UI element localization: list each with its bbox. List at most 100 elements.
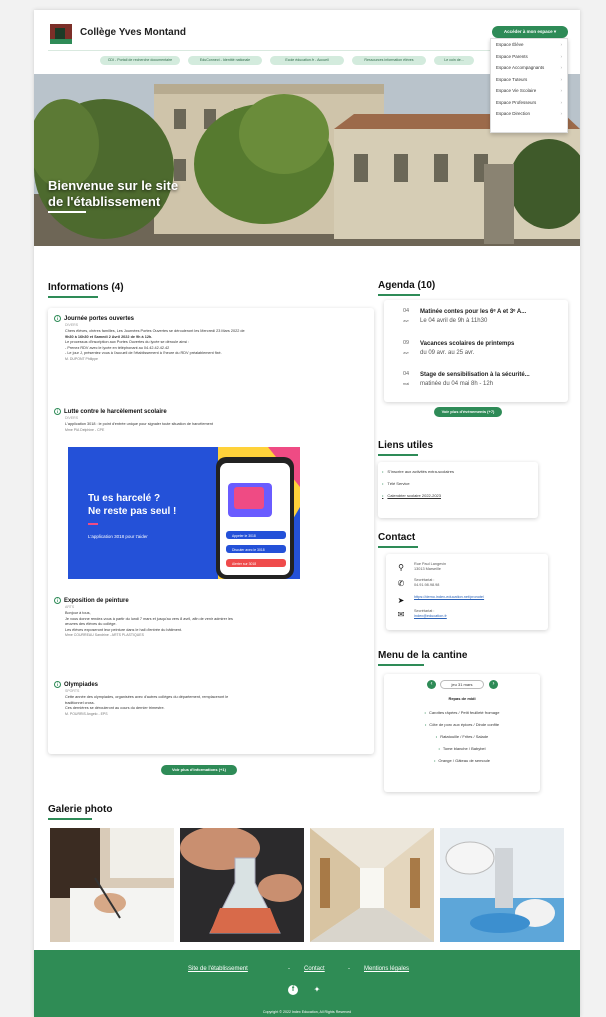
event-date: 09 avr [402, 340, 410, 355]
chevron-right-icon: › [560, 88, 563, 93]
event-detail: matinée du 04 mai 8h - 12h [420, 381, 494, 387]
dropdown-item-direction[interactable]: Espace Direction › [491, 108, 567, 120]
gallery-photo-writing[interactable] [50, 828, 174, 942]
previous-day-button[interactable]: ‹ [427, 680, 436, 689]
info-icon: i [54, 681, 61, 688]
school-logo[interactable] [50, 24, 72, 44]
next-day-button[interactable]: › [489, 680, 498, 689]
lien-item[interactable]: Calendrier scolaire 2022-2023 [382, 490, 562, 502]
chevron-left-icon: ‹ [430, 681, 433, 687]
quick-link-coin[interactable]: Le coin de... [434, 56, 474, 65]
quick-link-ressources[interactable]: Ressources information élèves [352, 56, 426, 65]
info-icon: i [54, 315, 61, 322]
more-events-button[interactable]: Voir plus d'événements (+7) [434, 407, 502, 417]
agenda-event[interactable]: 04 mai Stage de sensibilisation à la sécu… [394, 371, 569, 395]
gallery-photo-corridor[interactable] [310, 828, 434, 942]
info-signature: M. POURRIS Angelo - EPS [65, 711, 108, 716]
gallery-photo-chemistry[interactable] [180, 828, 304, 942]
dropdown-item-accompagnants[interactable]: Espace Accompagnants › [491, 62, 567, 74]
chevron-right-icon: › [560, 99, 563, 105]
site-footer [34, 950, 580, 1017]
info-title[interactable]: Exposition de peinture [64, 598, 129, 604]
footer-link-site[interactable]: Site de l'établissement [188, 966, 248, 972]
info-signature: Mme COURREAU Sandrine - ARTS PLASTIQUES [65, 633, 144, 638]
info-signature: M. DUPONT Philippe [65, 356, 99, 361]
menu-item: Orange / Gâteau de semoule [384, 755, 540, 767]
event-title[interactable]: Matinée contes pour les 6ᵉ A et 3ᵉ A... [420, 309, 526, 315]
info-category: SPORTS [65, 689, 80, 693]
event-title[interactable]: Stage de sensibilisation à la sécurité..… [420, 372, 530, 378]
gallery-photo-microscope[interactable] [440, 828, 564, 942]
liens-heading-underline [378, 454, 418, 456]
event-detail: Le 04 avril de 9h à 11h30 [420, 318, 488, 324]
dropdown-item-vie-scolaire[interactable]: Espace Vie Scolaire › [491, 85, 567, 97]
dropdown-item-parents[interactable]: Espace Parents › [491, 51, 567, 63]
quick-links-bar: CDI - Portail de recherche documentaire … [48, 56, 566, 66]
meal-title: Repas de midi [448, 696, 476, 701]
footer-link-mentions[interactable]: Mentions légales [364, 966, 409, 972]
image-headline-1: Tu es harcelé ? [88, 493, 160, 504]
info-item[interactable]: i Exposition de peinture ARTS Bonjour à t… [54, 597, 354, 637]
quick-link-ecole[interactable]: Ecole éducation.fr - Accueil [270, 56, 344, 65]
lien-item[interactable]: Télé Service [382, 478, 562, 490]
header-divider [48, 50, 566, 51]
chevron-right-icon: › [560, 42, 563, 47]
menu-item: Ratatouille / Frites / Salade [384, 731, 540, 743]
menu-list: Carottes râpées / Petit feuilleté fromag… [384, 707, 540, 767]
event-title[interactable]: Vacances scolaires de printemps [420, 341, 514, 347]
dropdown-item-eleve[interactable]: Espace Élève › [491, 39, 567, 51]
quick-link-educonnect[interactable]: EduConnect - Identité nationale [188, 56, 262, 65]
menu-item: Carottes râpées / Petit feuilleté fromag… [384, 707, 540, 719]
agenda-event[interactable]: 04 avr Matinée contes pour les 6ᵉ A et 3ᵉ… [394, 308, 569, 332]
info-item[interactable]: i Olympiades SPORTS Cette année des olymp… [54, 681, 354, 716]
agenda-heading: Agenda (10) [378, 280, 436, 291]
cantine-heading-underline [378, 664, 424, 666]
event-date: 04 avr [402, 308, 410, 323]
hero-title: Bienvenue sur le site de l'établissement [48, 178, 179, 209]
menu-item: Tome blanche / Babybel [384, 743, 540, 755]
facebook-icon[interactable]: f [288, 985, 298, 995]
chevron-right-icon: › [560, 65, 563, 70]
quick-link-cdi[interactable]: CDI - Portail de recherche documentaire [100, 56, 180, 65]
page-background: Collège Yves Montand Accéder à mon espac… [0, 0, 606, 1017]
chevron-right-icon: › [560, 76, 563, 82]
chevron-right-icon: › [560, 111, 563, 116]
event-detail: du 09 avr. au 25 avr. [420, 350, 475, 356]
image-phone-button-2: Discuter avec le 3018 [232, 548, 265, 552]
chevron-right-icon: › [560, 53, 563, 59]
chevron-right-icon: › [492, 681, 495, 687]
dropdown-item-professeurs[interactable]: Espace Professeurs › [491, 97, 567, 109]
info-title[interactable]: Lutte contre le harcèlement scolaire [64, 409, 167, 415]
space-dropdown-menu: Espace Élève › Espace Parents › Espace Acc… [490, 38, 568, 133]
dropdown-item-tuteurs[interactable]: Espace Tuteurs › [491, 74, 567, 86]
info-item[interactable]: i Lutte contre le harcèlement scolaire DI… [54, 408, 354, 432]
info-category: DIVERS [65, 323, 79, 327]
galerie-heading-underline [48, 818, 92, 820]
twitter-icon[interactable]: ✦ [312, 985, 322, 995]
info-item[interactable]: i Journée portes ouvertes DIVERS Chers él… [54, 315, 354, 361]
info-heading-underline [48, 296, 98, 298]
info-title[interactable]: Journée portes ouvertes [64, 316, 134, 322]
info-icon: i [54, 408, 61, 415]
envelope-icon: ✉ [397, 610, 405, 619]
info-title[interactable]: Olympiades [64, 682, 98, 688]
school-name[interactable]: Collège Yves Montand [80, 27, 186, 38]
info-signature: Mme PIA Delphine - CPE [65, 427, 105, 432]
event-date: 04 mai [402, 371, 410, 386]
harcelement-3018-image[interactable]: Tu es harcelé ? Ne reste pas seul ! L'ap… [68, 447, 300, 579]
image-phone-button-3: Alerter sur 3018 [232, 562, 256, 566]
contact-heading-underline [378, 546, 418, 548]
menu-date-picker[interactable]: jeu 31 mars [440, 680, 484, 689]
image-headline-2: Ne reste pas seul ! [88, 506, 176, 517]
lien-item[interactable]: S'inscrire aux activités extra-scolaires [382, 466, 562, 478]
agenda-heading-underline [378, 294, 420, 296]
footer-link-contact[interactable]: Contact [304, 966, 325, 972]
footer-separator: - [288, 966, 290, 972]
image-phone-button-1: Appeler le 3018 [232, 534, 256, 538]
access-space-button[interactable]: Accéder à mon espace ▾ [492, 26, 568, 38]
agenda-event[interactable]: 09 avr Vacances scolaires de printemps du… [394, 340, 569, 364]
more-info-button[interactable]: Voir plus d'informations (+1) [161, 765, 237, 775]
hero-underline [48, 211, 86, 213]
copyright: Copyright © 2022 Index Education, All Ri… [262, 1010, 352, 1014]
menu-item: Côte de porc aux épices / Dinde confite [384, 719, 540, 731]
